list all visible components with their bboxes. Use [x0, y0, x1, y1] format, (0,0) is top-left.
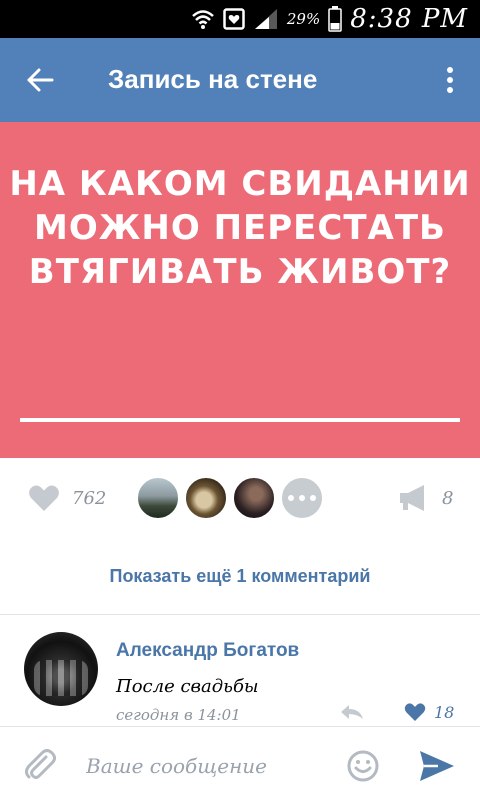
comment-like-button[interactable]: 18 — [404, 702, 454, 722]
heart-icon — [404, 703, 426, 721]
message-input[interactable] — [86, 749, 326, 783]
megaphone-icon — [400, 485, 424, 511]
wifi-icon — [192, 10, 214, 29]
reply-button[interactable] — [340, 704, 364, 725]
status-bar: 29% 8:38 PM — [0, 0, 480, 38]
smiley-icon — [347, 750, 379, 782]
battery-icon — [328, 6, 342, 32]
comment-item: Александр Богатов После свадьбы сегодня … — [0, 616, 480, 724]
show-more-comments-link[interactable]: Показать ещё 1 комментарий — [0, 566, 480, 587]
send-icon — [420, 751, 454, 781]
more-horizontal-icon — [288, 495, 294, 501]
signal-icon — [254, 9, 277, 29]
comment-text: После свадьбы — [116, 676, 259, 697]
page-title: Запись на стене — [108, 64, 318, 94]
liker-avatars[interactable] — [136, 476, 324, 520]
liker-avatar[interactable] — [136, 476, 180, 520]
post-image[interactable]: НА КАКОМ СВИДАНИИ МОЖНО ПЕРЕСТАТЬ ВТЯГИВ… — [0, 122, 480, 458]
comment-author-avatar[interactable] — [24, 632, 98, 706]
repost-button[interactable]: 8 — [398, 484, 453, 512]
arrow-back-icon — [27, 68, 54, 92]
status-icons: 29% 8:38 PM — [191, 4, 468, 34]
reply-icon — [341, 705, 363, 719]
battery-percent: 29% — [286, 10, 321, 28]
clock: 8:38 PM — [350, 4, 468, 34]
notification-icon — [223, 8, 245, 30]
like-count: 762 — [72, 487, 107, 509]
divider — [0, 614, 480, 615]
liker-avatar[interactable] — [232, 476, 276, 520]
message-composer — [0, 726, 480, 800]
attach-button[interactable] — [22, 747, 58, 788]
heart-icon — [29, 485, 59, 511]
send-button[interactable] — [418, 749, 456, 788]
paperclip-icon — [25, 749, 56, 779]
more-likers-button[interactable] — [280, 476, 324, 520]
comment-author-name[interactable]: Александр Богатов — [116, 640, 299, 662]
comment-timestamp: сегодня в 14:01 — [116, 706, 241, 724]
more-vertical-icon — [447, 67, 453, 93]
comment-like-count: 18 — [434, 702, 455, 722]
app-bar: Запись на стене — [0, 38, 480, 122]
more-menu-button[interactable] — [438, 60, 462, 100]
liker-avatar[interactable] — [184, 476, 228, 520]
post-image-text: НА КАКОМ СВИДАНИИ МОЖНО ПЕРЕСТАТЬ ВТЯГИВ… — [9, 164, 471, 292]
back-button[interactable] — [18, 60, 62, 100]
repost-count: 8 — [442, 487, 454, 509]
emoji-button[interactable] — [346, 749, 380, 788]
post-actions: 762 8 — [0, 466, 480, 528]
like-button[interactable]: 762 — [28, 484, 106, 512]
post-image-divider — [20, 418, 460, 422]
